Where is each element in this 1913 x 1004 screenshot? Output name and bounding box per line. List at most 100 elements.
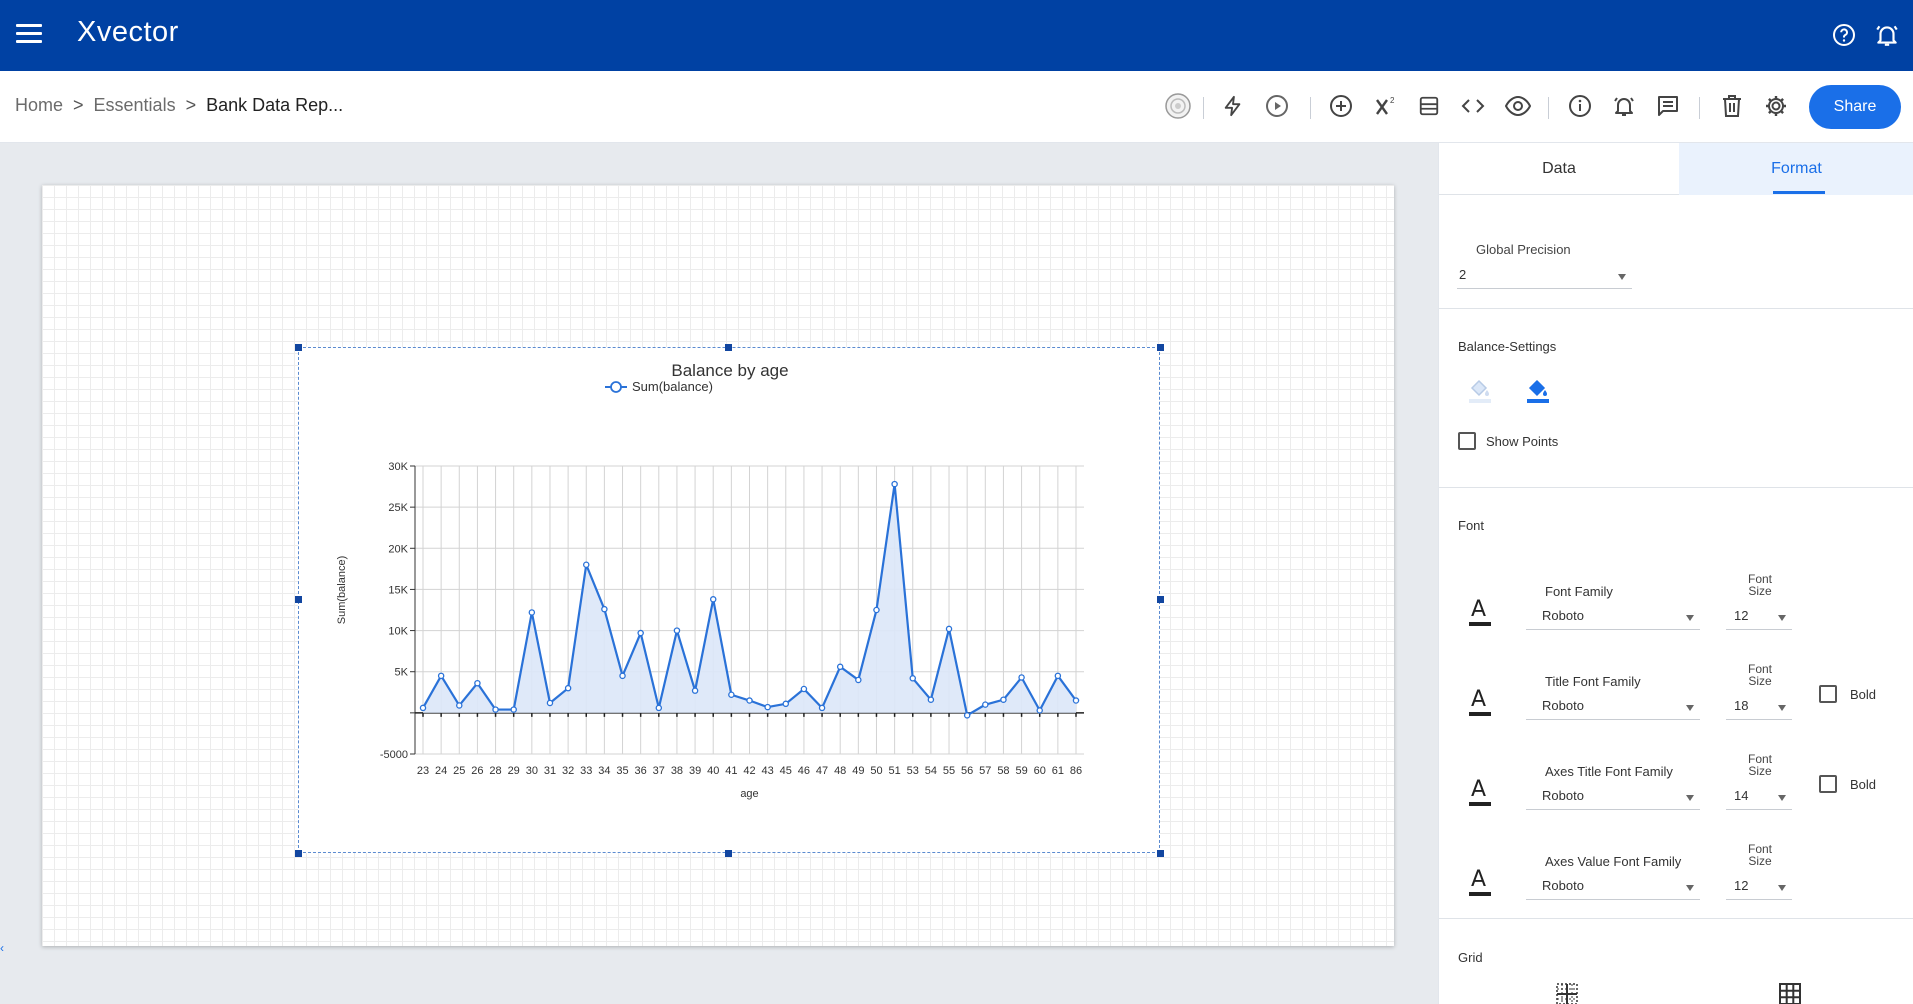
chevron-down-icon — [1778, 795, 1786, 801]
x-tick-label: 40 — [707, 765, 719, 777]
superscript-x-icon[interactable]: 2 — [1370, 90, 1402, 122]
font-family-select[interactable]: Roboto — [1526, 598, 1700, 630]
axes-value-font-size-select[interactable]: 12 — [1726, 868, 1792, 900]
share-button[interactable]: Share — [1809, 85, 1901, 129]
code-icon[interactable] — [1457, 90, 1489, 122]
y-tick-label: 10K — [388, 626, 408, 638]
resize-handle[interactable] — [725, 344, 732, 351]
x-tick-label: 41 — [725, 765, 737, 777]
axes-title-font-family-select[interactable]: Roboto — [1526, 778, 1700, 810]
axes-value-font-color-icon[interactable]: A — [1467, 867, 1493, 897]
data-point — [1072, 697, 1080, 704]
show-points-checkbox[interactable] — [1458, 432, 1476, 450]
collapse-left-icon[interactable]: ‹ — [0, 941, 4, 955]
data-point — [474, 679, 481, 687]
axes-title-font-size-select[interactable]: 14 — [1726, 778, 1792, 810]
data-point — [601, 605, 608, 613]
x-tick-label: 33 — [580, 765, 592, 777]
chart-widget[interactable]: -5000 5K 10K 15K 20K 25K 30K 23 24 25 26 28 29 30 31 32… — [298, 347, 1160, 853]
data-point — [800, 685, 808, 693]
toolbar-divider — [1699, 97, 1700, 119]
trash-icon[interactable] — [1716, 90, 1748, 122]
x-tick-label: 26 — [471, 765, 483, 777]
lightning-icon[interactable] — [1217, 90, 1249, 122]
gear-icon[interactable] — [1760, 90, 1792, 122]
x-tick-label: 37 — [653, 765, 665, 777]
tab-format[interactable]: Format — [1679, 143, 1913, 195]
avatar-icon[interactable] — [1162, 90, 1194, 122]
axes-title-font-color-icon[interactable]: A — [1467, 777, 1493, 807]
app-logo[interactable]: Xvector — [77, 16, 179, 49]
resize-handle[interactable] — [1157, 850, 1164, 857]
title-font-family-select[interactable]: Roboto — [1526, 688, 1700, 720]
resize-handle[interactable] — [295, 344, 302, 351]
eye-icon[interactable] — [1502, 90, 1534, 122]
data-point — [528, 609, 536, 616]
axes-value-font-size-value: 12 — [1734, 878, 1749, 893]
x-tick-label: 23 — [417, 765, 429, 777]
y-tick-label: 20K — [388, 543, 408, 555]
svg-text:2: 2 — [1390, 96, 1395, 105]
font-size-select[interactable]: 12 — [1726, 598, 1792, 630]
x-tick-label: 36 — [635, 765, 647, 777]
chevron-down-icon — [1686, 705, 1694, 711]
info-icon[interactable] — [1564, 90, 1596, 122]
x-tick-label: 29 — [508, 765, 520, 777]
x-tick-label: 86 — [1070, 765, 1082, 777]
title-font-family-label: Title Font Family — [1545, 674, 1641, 689]
axes-title-bold-checkbox[interactable] — [1819, 775, 1837, 793]
data-point — [1036, 707, 1043, 714]
resize-handle[interactable] — [295, 850, 302, 857]
report-canvas-area: -5000 5K 10K 15K 20K 25K 30K 23 24 25 26 28 29 30 31 32… — [0, 143, 1438, 1004]
grid-all-icon[interactable] — [1779, 983, 1801, 1004]
menu-icon[interactable] — [16, 24, 42, 46]
breadcrumb-home[interactable]: Home — [15, 95, 63, 116]
data-point — [655, 704, 663, 712]
play-icon[interactable] — [1261, 90, 1293, 122]
grid-lines-dashed-icon[interactable] — [1556, 983, 1578, 1004]
tab-data[interactable]: Data — [1439, 143, 1679, 195]
toolbar-divider — [1548, 97, 1549, 119]
breadcrumb-workspace[interactable]: Essentials — [94, 95, 176, 116]
data-point — [673, 627, 681, 634]
y-tick-label: 15K — [388, 584, 408, 596]
resize-handle[interactable] — [1157, 344, 1164, 351]
panel-icon[interactable] — [1413, 90, 1445, 122]
resize-handle[interactable] — [295, 596, 302, 603]
data-point — [982, 701, 989, 708]
chevron-down-icon — [1778, 885, 1786, 891]
comment-icon[interactable] — [1652, 90, 1684, 122]
x-tick-label: 49 — [852, 765, 864, 777]
title-font-family-value: Roboto — [1542, 698, 1584, 713]
x-tick-label: 28 — [489, 765, 501, 777]
axes-value-font-family-value: Roboto — [1542, 878, 1584, 893]
report-page[interactable]: -5000 5K 10K 15K 20K 25K 30K 23 24 25 26 28 29 30 31 32… — [42, 185, 1394, 946]
line-chart: -5000 5K 10K 15K 20K 25K 30K 23 24 25 26 28 29 30 31 32… — [336, 361, 1084, 800]
help-icon[interactable] — [1829, 20, 1859, 50]
show-points-label: Show Points — [1486, 434, 1559, 449]
resize-handle[interactable] — [725, 850, 732, 857]
resize-handle[interactable] — [1157, 596, 1164, 603]
title-bold-checkbox[interactable] — [1819, 685, 1837, 703]
axes-value-font-family-select[interactable]: Roboto — [1526, 868, 1700, 900]
notification-bell-icon[interactable] — [1872, 20, 1902, 50]
x-tick-label: 55 — [943, 765, 955, 777]
x-tick-label: 32 — [562, 765, 574, 777]
data-point — [1054, 672, 1062, 680]
fill-color-icon[interactable] — [1525, 376, 1551, 404]
fill-color-light-icon[interactable] — [1467, 376, 1493, 404]
data-point — [437, 672, 445, 680]
series-settings-title: Balance-Settings — [1458, 339, 1557, 354]
y-tick-label: 5K — [395, 667, 409, 679]
add-circle-icon[interactable] — [1325, 90, 1357, 122]
title-font-size-select[interactable]: 18 — [1726, 688, 1792, 720]
data-point — [709, 596, 717, 603]
data-point — [891, 480, 898, 488]
font-color-icon[interactable]: A — [1467, 597, 1493, 627]
title-font-color-icon[interactable]: A — [1467, 687, 1493, 717]
global-precision-select[interactable]: 2 — [1457, 255, 1632, 289]
x-tick-label: 42 — [743, 765, 755, 777]
x-tick-label: 59 — [1015, 765, 1027, 777]
alarm-icon[interactable] — [1608, 90, 1640, 122]
panel-tabs: Data Format — [1439, 143, 1913, 195]
